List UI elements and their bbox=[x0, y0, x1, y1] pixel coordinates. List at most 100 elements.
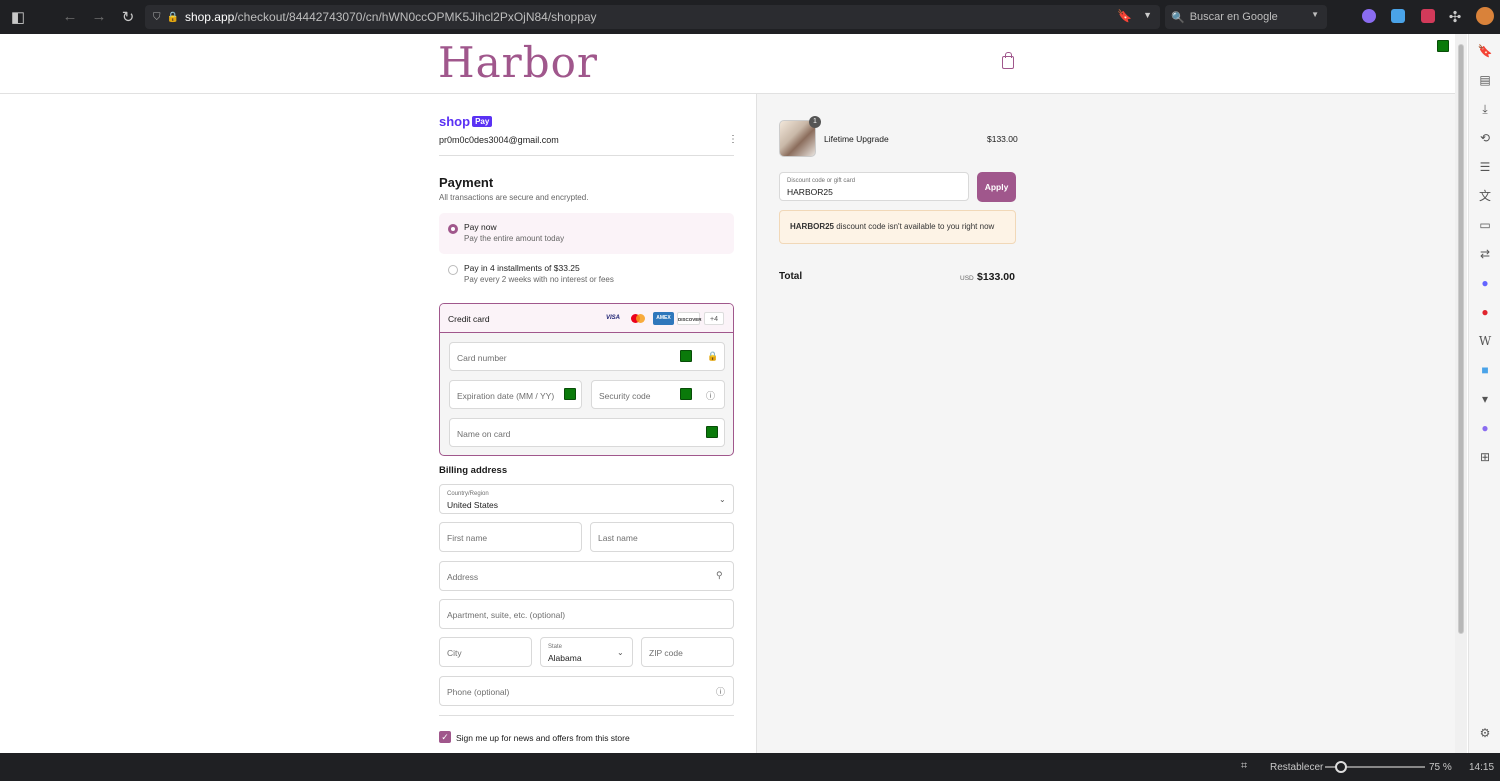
lock-icon: 🔒 bbox=[707, 351, 719, 361]
discover-icon: DISCOVER bbox=[677, 312, 702, 325]
search-input[interactable]: 🔍 Buscar en Google ▼ bbox=[1165, 5, 1327, 29]
help-icon[interactable]: ⓘ bbox=[716, 685, 725, 698]
zip-field[interactable]: ZIP code bbox=[641, 637, 734, 667]
back-icon[interactable]: ← bbox=[56, 8, 84, 25]
avatar[interactable] bbox=[1476, 7, 1494, 25]
total-label: Total bbox=[779, 271, 803, 282]
zoom-reset[interactable]: Restablecer bbox=[1270, 762, 1323, 773]
apply-button[interactable]: Apply bbox=[977, 172, 1016, 202]
search-icon: 🔍 bbox=[1171, 11, 1185, 24]
product-price: $133.00 bbox=[987, 134, 1018, 144]
add-panel-icon[interactable]: ⊞ bbox=[1477, 449, 1493, 465]
security-code-placeholder: Security code bbox=[599, 391, 651, 401]
security-code-field[interactable]: Security code ⓘ bbox=[591, 380, 725, 409]
radio-unselected[interactable] bbox=[448, 265, 458, 275]
phone-field[interactable]: Phone (optional) ⓘ bbox=[439, 676, 734, 706]
installments-option[interactable]: Pay in 4 installments of $33.25 Pay ever… bbox=[439, 254, 734, 295]
more-options-icon[interactable]: ⋮ bbox=[728, 134, 738, 145]
expiration-field[interactable]: Expiration date (MM / YY) bbox=[449, 380, 582, 409]
pay-now-option[interactable]: Pay now Pay the entire amount today bbox=[439, 213, 734, 254]
billing-heading: Billing address bbox=[439, 465, 508, 476]
divider bbox=[439, 715, 734, 716]
payment-subtitle: All transactions are secure and encrypte… bbox=[439, 193, 589, 202]
overlay-marker bbox=[706, 426, 718, 438]
discount-alert: HARBOR25 discount code isn't available t… bbox=[779, 210, 1016, 244]
country-select[interactable]: Country/Region United States ⌄ bbox=[439, 484, 734, 514]
reading-list-icon[interactable]: ▤ bbox=[1477, 72, 1493, 88]
apartment-placeholder: Apartment, suite, etc. (optional) bbox=[447, 610, 566, 620]
first-name-placeholder: First name bbox=[447, 533, 488, 543]
page-scrollbar[interactable] bbox=[1455, 34, 1467, 753]
search-icon: ⚲ bbox=[716, 570, 723, 580]
wikipedia-icon[interactable]: W bbox=[1477, 333, 1493, 349]
search-engine-chevron-icon[interactable]: ▼ bbox=[1311, 10, 1319, 19]
extension-icon[interactable] bbox=[1391, 9, 1405, 23]
history-icon[interactable]: ⟲ bbox=[1477, 130, 1493, 146]
vivaldi-icon[interactable]: ● bbox=[1477, 304, 1493, 320]
clock: 14:15 bbox=[1469, 762, 1495, 773]
forward-icon[interactable]: → bbox=[85, 8, 113, 25]
gear-icon[interactable]: ⚙ bbox=[1477, 725, 1493, 741]
capture-icon[interactable]: ⌗ bbox=[1241, 760, 1247, 773]
cart-icon[interactable] bbox=[1002, 52, 1014, 69]
phone-placeholder: Phone (optional) bbox=[447, 687, 510, 697]
card-number-field[interactable]: Card number 🔒 bbox=[449, 342, 725, 371]
address-field[interactable]: Address ⚲ bbox=[439, 561, 734, 591]
overlay-marker bbox=[680, 388, 692, 400]
panel-icon[interactable]: ▾ bbox=[1477, 391, 1493, 407]
translate-icon[interactable]: 文 bbox=[1477, 188, 1493, 204]
country-label: Country/Region bbox=[447, 491, 489, 497]
mastodon-icon[interactable]: ● bbox=[1477, 275, 1493, 291]
total-currency: USD bbox=[960, 275, 974, 282]
bookmark-icon[interactable]: 🔖 bbox=[1117, 9, 1132, 23]
bookmarks-icon[interactable]: 🔖 bbox=[1477, 43, 1493, 59]
visa-icon: VISA bbox=[605, 315, 620, 321]
lock-icon: 🔒 bbox=[166, 11, 179, 23]
url-path: /checkout/84442743070/cn/hWN0ccOPMK5Jihc… bbox=[234, 10, 597, 24]
shield-extension-icon[interactable] bbox=[1421, 9, 1435, 23]
total-value: $133.00 bbox=[977, 271, 1015, 283]
mastercard-icon bbox=[629, 312, 647, 325]
download-icon[interactable]: ⤓ bbox=[1477, 101, 1493, 117]
scrollbar-thumb[interactable] bbox=[1458, 44, 1464, 634]
product-name: Lifetime Upgrade bbox=[824, 134, 889, 144]
puzzle-icon[interactable]: ✣ bbox=[1441, 8, 1469, 26]
extension-icon[interactable] bbox=[1362, 9, 1376, 23]
newsletter-checkbox[interactable]: ✓ bbox=[439, 731, 451, 743]
credit-card-label: Credit card bbox=[448, 314, 490, 324]
reload-icon[interactable]: ↻ bbox=[114, 8, 142, 26]
zoom-slider-handle[interactable] bbox=[1335, 761, 1347, 773]
browser-toolbar: ◧ ← → ↻ ⛉ 🔒 shop.app/checkout/8444274307… bbox=[0, 0, 1500, 34]
first-name-field[interactable]: First name bbox=[439, 522, 582, 552]
state-value: Alabama bbox=[548, 653, 582, 663]
credit-card-header[interactable]: Credit card VISA AMEX DISCOVER +4 bbox=[440, 304, 733, 333]
last-name-field[interactable]: Last name bbox=[590, 522, 734, 552]
sidebar-toggle-icon[interactable]: ◧ bbox=[4, 8, 32, 26]
apartment-field[interactable]: Apartment, suite, etc. (optional) bbox=[439, 599, 734, 629]
name-on-card-field[interactable]: Name on card bbox=[449, 418, 725, 447]
window-icon[interactable]: ▭ bbox=[1477, 217, 1493, 233]
shop-label: shop bbox=[439, 114, 471, 129]
extension-icon[interactable]: ● bbox=[1477, 420, 1493, 436]
city-field[interactable]: City bbox=[439, 637, 532, 667]
chevron-down-icon: ⌄ bbox=[617, 648, 624, 657]
credit-card-section: Credit card VISA AMEX DISCOVER +4 Card n… bbox=[439, 303, 734, 456]
chevron-down-icon[interactable]: ▼ bbox=[1143, 10, 1152, 20]
chevron-down-icon: ⌄ bbox=[719, 495, 726, 504]
address-bar[interactable]: ⛉ 🔒 shop.app/checkout/84442743070/cn/hWN… bbox=[145, 5, 1160, 29]
radio-selected[interactable] bbox=[448, 224, 458, 234]
discount-value: HARBOR25 bbox=[787, 187, 833, 197]
discount-field[interactable]: Discount code or gift card HARBOR25 bbox=[779, 172, 969, 201]
help-icon[interactable]: ⓘ bbox=[706, 389, 715, 402]
store-logo[interactable]: Harbor bbox=[438, 38, 598, 87]
pay-badge: Pay bbox=[472, 116, 493, 127]
city-placeholder: City bbox=[447, 648, 462, 658]
option-title: Pay in 4 installments of $33.25 bbox=[464, 263, 580, 273]
shop-pay-logo: shop Pay bbox=[439, 114, 493, 129]
notes-icon[interactable]: ☰ bbox=[1477, 159, 1493, 175]
state-select[interactable]: State Alabama ⌄ bbox=[540, 637, 633, 667]
account-email: pr0m0c0des3004@gmail.com bbox=[439, 135, 559, 145]
option-description: Pay every 2 weeks with no interest or fe… bbox=[464, 275, 614, 284]
extension-icon[interactable]: ■ bbox=[1477, 362, 1493, 378]
sync-icon[interactable]: ⇄ bbox=[1477, 246, 1493, 262]
